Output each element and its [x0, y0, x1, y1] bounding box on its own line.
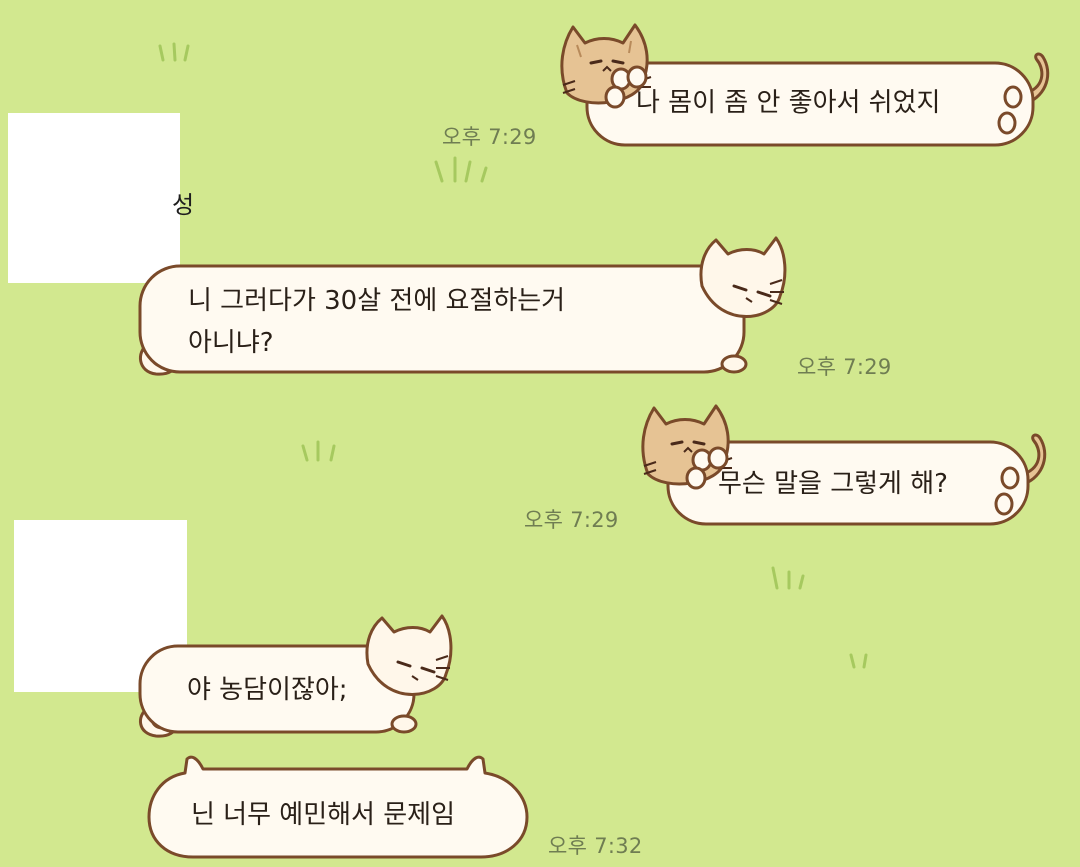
message-timestamp: 오후 7:29 [442, 125, 537, 149]
grass-tuft-icon [158, 42, 190, 62]
message-timestamp: 오후 7:32 [548, 834, 643, 858]
grass-tuft-icon [849, 653, 868, 669]
message-text-line-1: 니 그러다가 30살 전에 요절하는거 [188, 286, 566, 316]
sent-message-bubble[interactable]: 나 몸이 좀 안 좋아서 쉬었지 [555, 15, 1055, 150]
grass-tuft-icon [771, 566, 805, 590]
message-text-line-2: 아니냐? [188, 328, 274, 358]
message-text: 닌 너무 예민해서 문제임 [191, 800, 455, 830]
grass-tuft-icon [434, 156, 488, 183]
received-message-bubble[interactable]: 야 농담이잖아; [134, 612, 454, 740]
received-message-bubble[interactable]: 니 그러다가 30살 전에 요절하는거 아니냐? [134, 234, 787, 379]
message-text: 나 몸이 좀 안 좋아서 쉬었지 [636, 88, 941, 118]
sent-message-bubble[interactable]: 무슨 말을 그렇게 해? [638, 398, 1053, 530]
message-timestamp: 오후 7:29 [797, 355, 892, 379]
message-timestamp: 오후 7:29 [524, 508, 619, 532]
received-message-bubble[interactable]: 닌 너무 예민해서 문제임 [145, 755, 535, 860]
message-text: 무슨 말을 그렇게 해? [718, 469, 948, 499]
message-text: 야 농담이잖아; [187, 675, 348, 705]
grass-tuft-icon [301, 440, 336, 462]
sender-name: 성 [172, 191, 195, 219]
